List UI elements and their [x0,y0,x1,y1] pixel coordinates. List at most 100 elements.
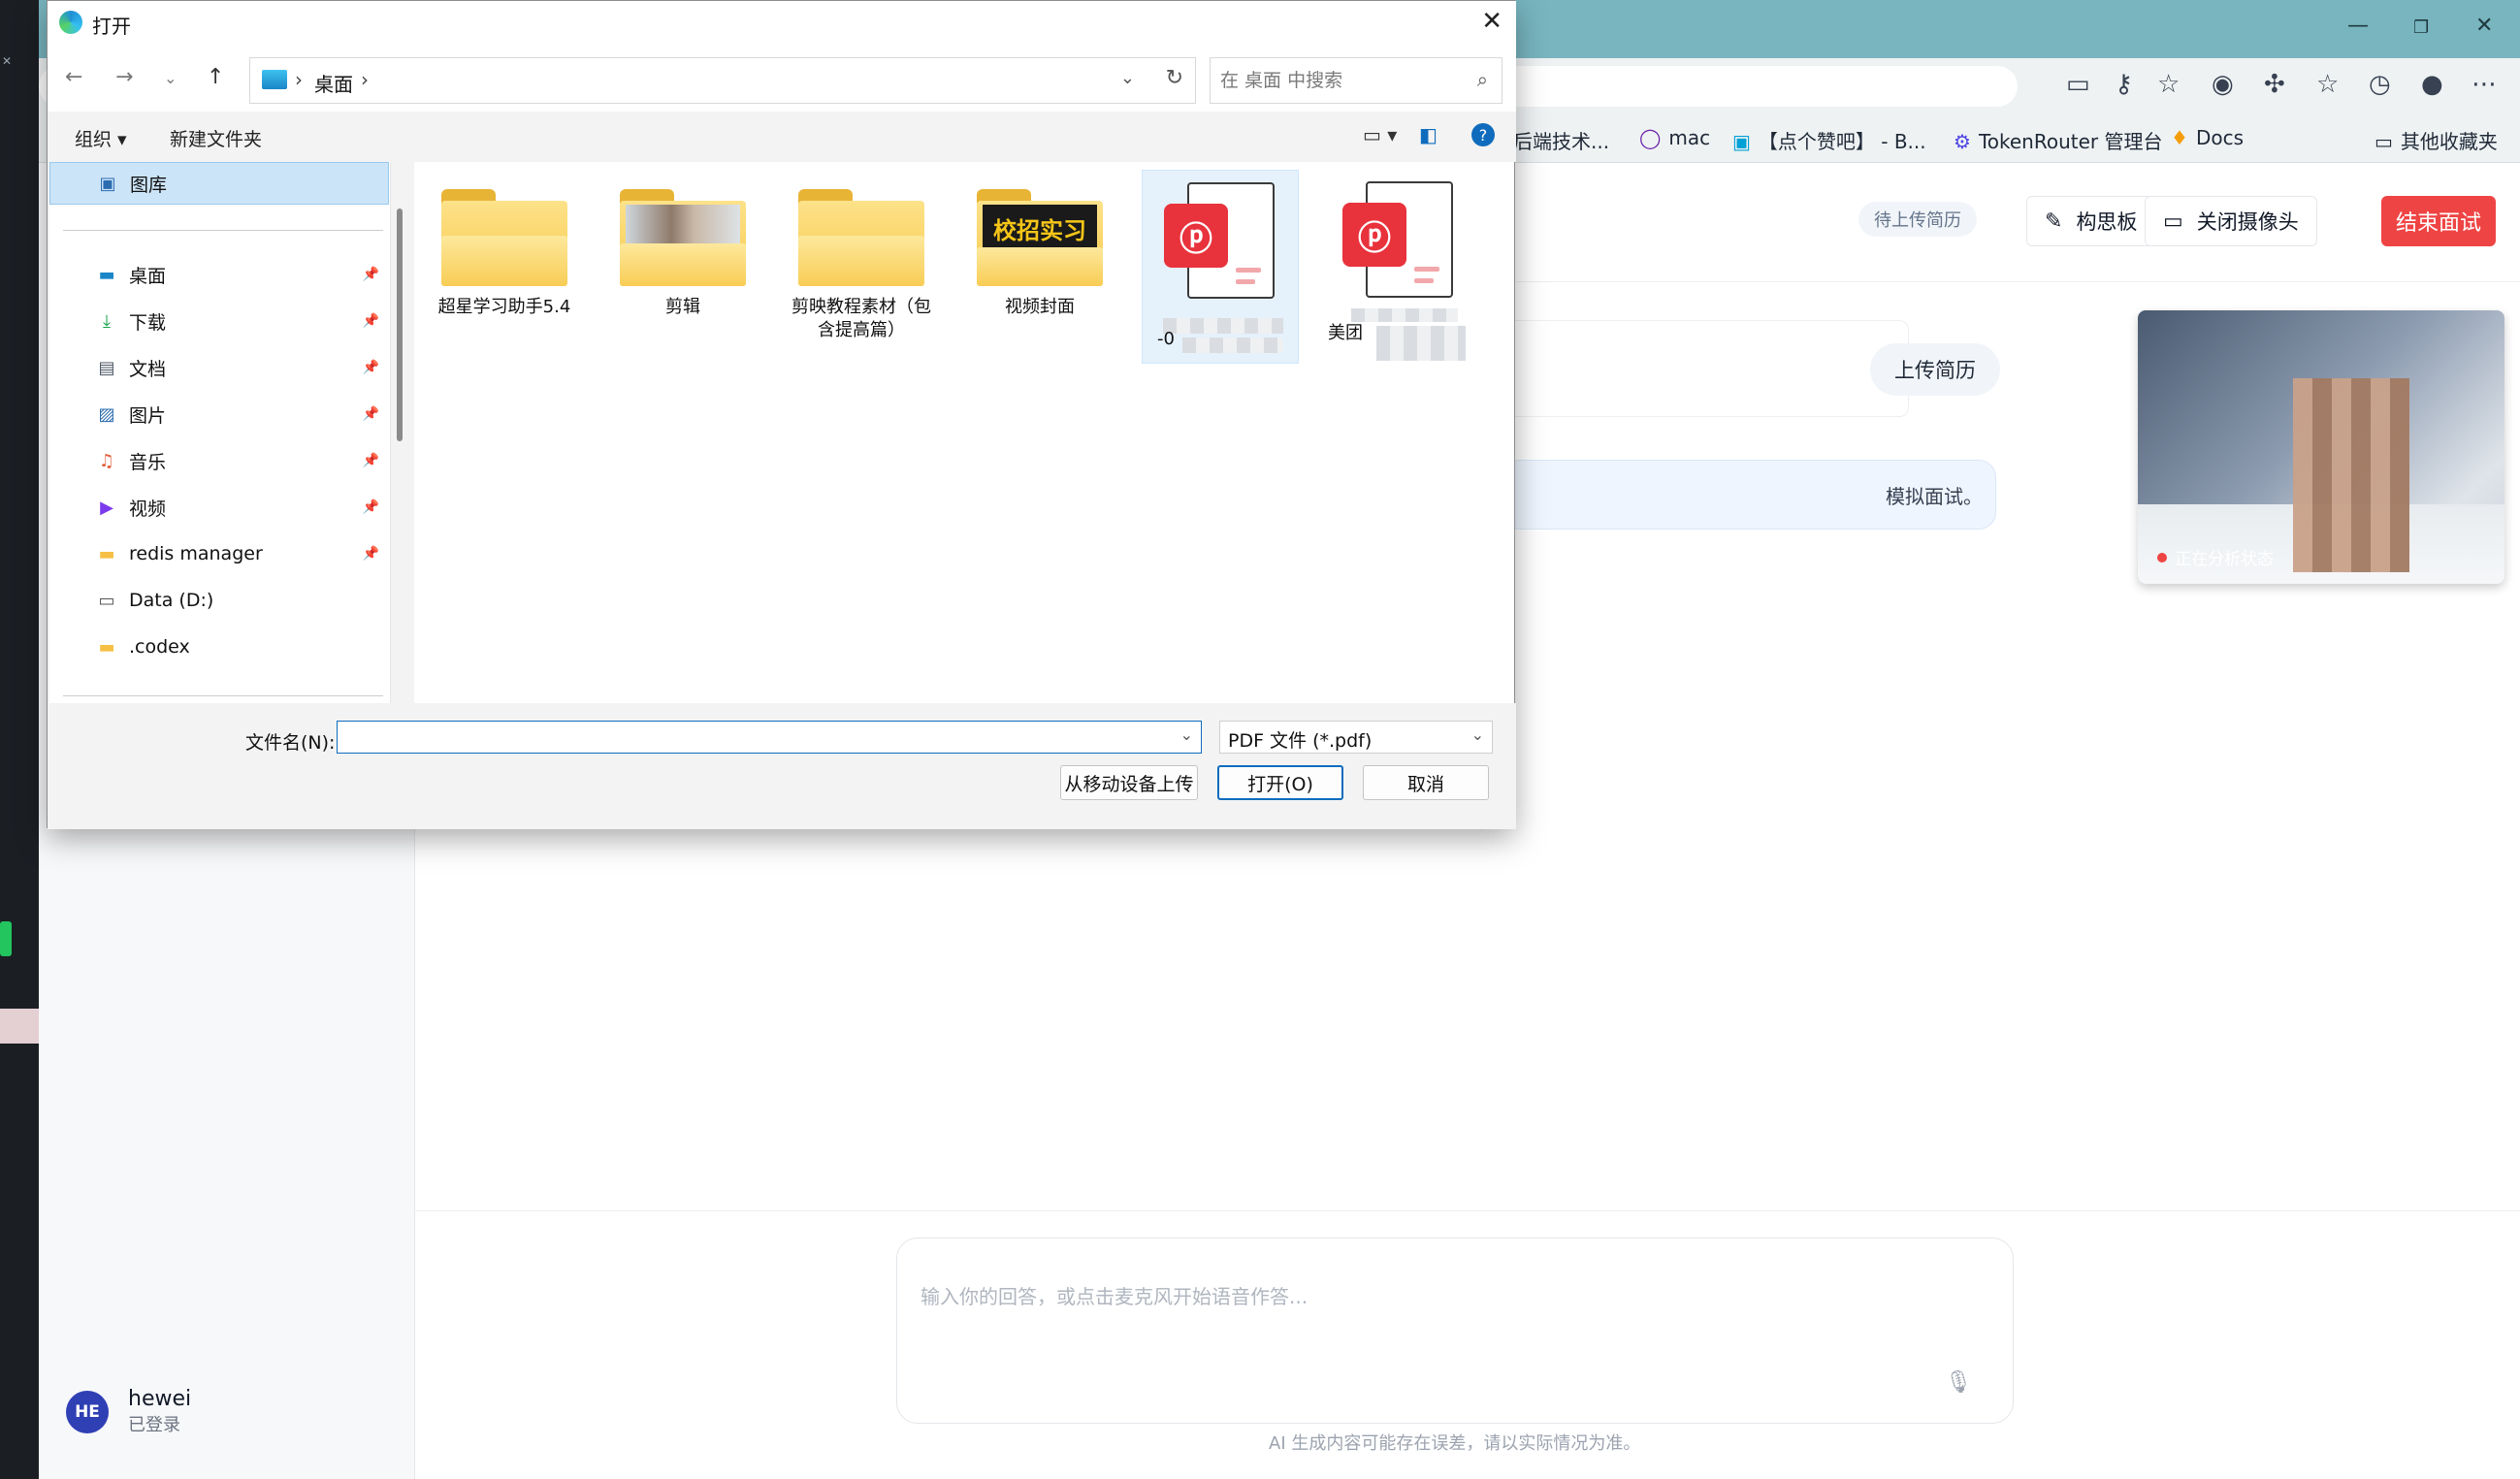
divider [63,230,383,231]
up-arrow-icon[interactable]: ↑ [207,65,224,89]
nav-item-codex[interactable]: ▬ .codex [49,626,389,668]
history-icon[interactable]: ◷ [2369,70,2391,99]
camera-permission-icon[interactable]: ▭ [2066,70,2090,99]
resume-card [1482,320,1909,417]
file-name: 超星学习助手5.4 [437,297,571,317]
bookmark-item[interactable]: 后端技术... [1513,126,1609,154]
recording-dot-icon [2157,552,2167,563]
file-item-folder[interactable]: 剪映教程素材（包含提高篇） [783,170,940,364]
edge-logo-icon [59,11,82,34]
filename-input[interactable]: ⌄ [337,721,1202,754]
router-icon: ⚙ [1954,130,1971,153]
docs-icon: ♦ [2171,126,2188,149]
end-interview-button[interactable]: 结束面试 [2381,196,2496,246]
bookmark-item[interactable]: ▣ 【点个赞吧】 - B... [1732,126,1926,154]
nav-item-pictures[interactable]: ▨ 图片 📌 [49,393,389,435]
user-profile[interactable]: HE hewei 已登录 [66,1387,191,1436]
bookmark-item[interactable]: ◯ mac [1639,126,1710,149]
file-item-folder[interactable]: 剪辑 [604,170,761,364]
music-icon: ♫ [98,450,115,471]
bookmark-item[interactable]: ⚙ TokenRouter 管理台 [1954,126,2162,154]
pin-icon: 📌 [362,267,379,282]
desktop-icon: ▬ [98,264,115,285]
forward-arrow-icon[interactable]: → [115,65,133,89]
nav-item-documents[interactable]: ▤ 文档 📌 [49,346,389,389]
search-field[interactable]: ⌕ [1210,57,1502,104]
organize-menu[interactable]: 组织 ▾ [75,125,127,151]
pin-icon: 📌 [362,360,379,375]
restore-icon[interactable]: ❐ [2413,17,2429,38]
file-item-folder[interactable]: 校招实习 视频封面 [961,170,1118,364]
microphone-icon[interactable]: 🎙 [1945,1370,1972,1395]
cancel-button[interactable]: 取消 [1363,765,1489,800]
dialog-footer: 文件名(N): ⌄ PDF 文件 (*.pdf) ⌄ 从移动设备上传 打开(O)… [48,703,1516,829]
refresh-icon[interactable]: ↻ [1166,66,1183,90]
file-name: 剪辑 [665,297,700,317]
video-camera-icon: ▭ [2163,209,2183,234]
pdf-badge-icon: ⓟ [1164,204,1228,268]
pin-icon: 📌 [362,499,379,515]
idea-board-button[interactable]: ✎ 构思板 [2026,196,2156,246]
chevron-right-icon[interactable]: › [361,68,369,91]
file-name: -0 [1144,314,1297,363]
profile-avatar-icon[interactable]: ● [2421,70,2443,99]
key-icon[interactable]: ⚷ [2115,70,2133,99]
back-arrow-icon[interactable]: ← [65,65,82,89]
other-bookmarks[interactable]: ▭ 其他收藏夹 [2375,126,2498,154]
upload-from-mobile-button[interactable]: 从移动设备上传 [1060,765,1198,800]
nav-item-music[interactable]: ♫ 音乐 📌 [49,439,389,482]
help-icon[interactable]: ? [1471,123,1495,146]
chevron-down-icon[interactable]: ⌄ [1180,725,1193,744]
open-button[interactable]: 打开(O) [1217,765,1343,800]
close-icon[interactable]: ✕ [2475,14,2493,38]
upload-resume-button[interactable]: 上传简历 [1870,343,2000,396]
background-app-strip: ✕ [0,0,39,1479]
pdf-badge-icon: ⓟ [1342,203,1406,267]
minimize-icon[interactable]: — [2347,14,2369,38]
view-options-icon[interactable]: ▭ ▾ [1363,123,1397,146]
pin-icon: 📌 [362,313,379,329]
answer-composer[interactable]: 输入你的回答，或点击麦克风开始语音作答... 🎙 [896,1238,2014,1424]
favorite-star-icon[interactable]: ☆ [2157,70,2180,99]
recent-locations-icon[interactable]: ⌄ [164,69,177,87]
nav-item-downloads[interactable]: ⤓ 下载 📌 [49,300,389,342]
nav-item-redis-manager[interactable]: ▬ redis manager 📌 [49,532,389,575]
preview-pane-icon[interactable]: ◧ [1419,123,1438,146]
nav-item-gallery[interactable]: ▣ 图库 [49,162,389,205]
file-item-pdf[interactable]: ⓟ -0 [1142,170,1299,364]
extension-icon[interactable]: ◉ [2212,70,2234,99]
bookmark-item[interactable]: ♦ Docs [2171,126,2244,149]
nav-scrollbar[interactable] [397,209,403,441]
camera-toggle-button[interactable]: ▭ 关闭摄像头 [2145,196,2317,246]
extensions-puzzle-icon[interactable]: ✣ [2264,70,2285,99]
pin-icon: 📌 [362,546,379,562]
user-status: 已登录 [128,1415,180,1435]
filetype-select[interactable]: PDF 文件 (*.pdf) ⌄ [1219,721,1493,754]
desktop-icon [262,70,287,89]
composer-divider [415,1210,2520,1211]
nav-item-data-drive[interactable]: ▭ Data (D:) [49,579,389,622]
collections-icon[interactable]: ☆ [2316,70,2339,99]
chevron-down-icon: ⌄ [1470,725,1484,744]
nav-item-desktop[interactable]: ▬ 桌面 📌 [49,253,389,296]
dialog-command-bar: 组织 ▾ 新建文件夹 ▭ ▾ ◧ ? [48,112,1516,162]
edit-icon: ✎ [2045,209,2063,234]
avatar: HE [66,1390,109,1433]
chevron-down-icon[interactable]: ⌄ [1120,68,1135,88]
search-input[interactable] [1220,68,1453,93]
close-icon[interactable]: ✕ [1481,7,1502,36]
camera-preview: 正在分析状态 [2138,310,2504,584]
redacted-text [1163,318,1283,334]
more-menu-icon[interactable]: ⋯ [2472,70,2497,99]
breadcrumb[interactable]: › 桌面 › ⌄ ↻ [249,57,1196,104]
navigation-pane: ▣ 图库 ▬ 桌面 📌 ⤓ 下载 📌 ▤ 文档 📌 ▨ 图片 📌 ♫ 音乐 📌 ▶ 视频 📌 ▬ redis… [49,162,391,703]
file-item-pdf[interactable]: ⓟ 美团 [1320,170,1477,364]
nav-item-videos[interactable]: ▶ 视频 📌 [49,486,389,529]
folder-icon [798,189,924,286]
pin-icon: 📌 [362,406,379,422]
new-folder-button[interactable]: 新建文件夹 [170,125,262,151]
file-item-folder[interactable]: 超星学习助手5.4 [426,170,583,364]
breadcrumb-segment[interactable]: 桌面 [314,69,353,97]
video-icon: ▶ [100,497,113,518]
redacted-text [1351,307,1458,322]
